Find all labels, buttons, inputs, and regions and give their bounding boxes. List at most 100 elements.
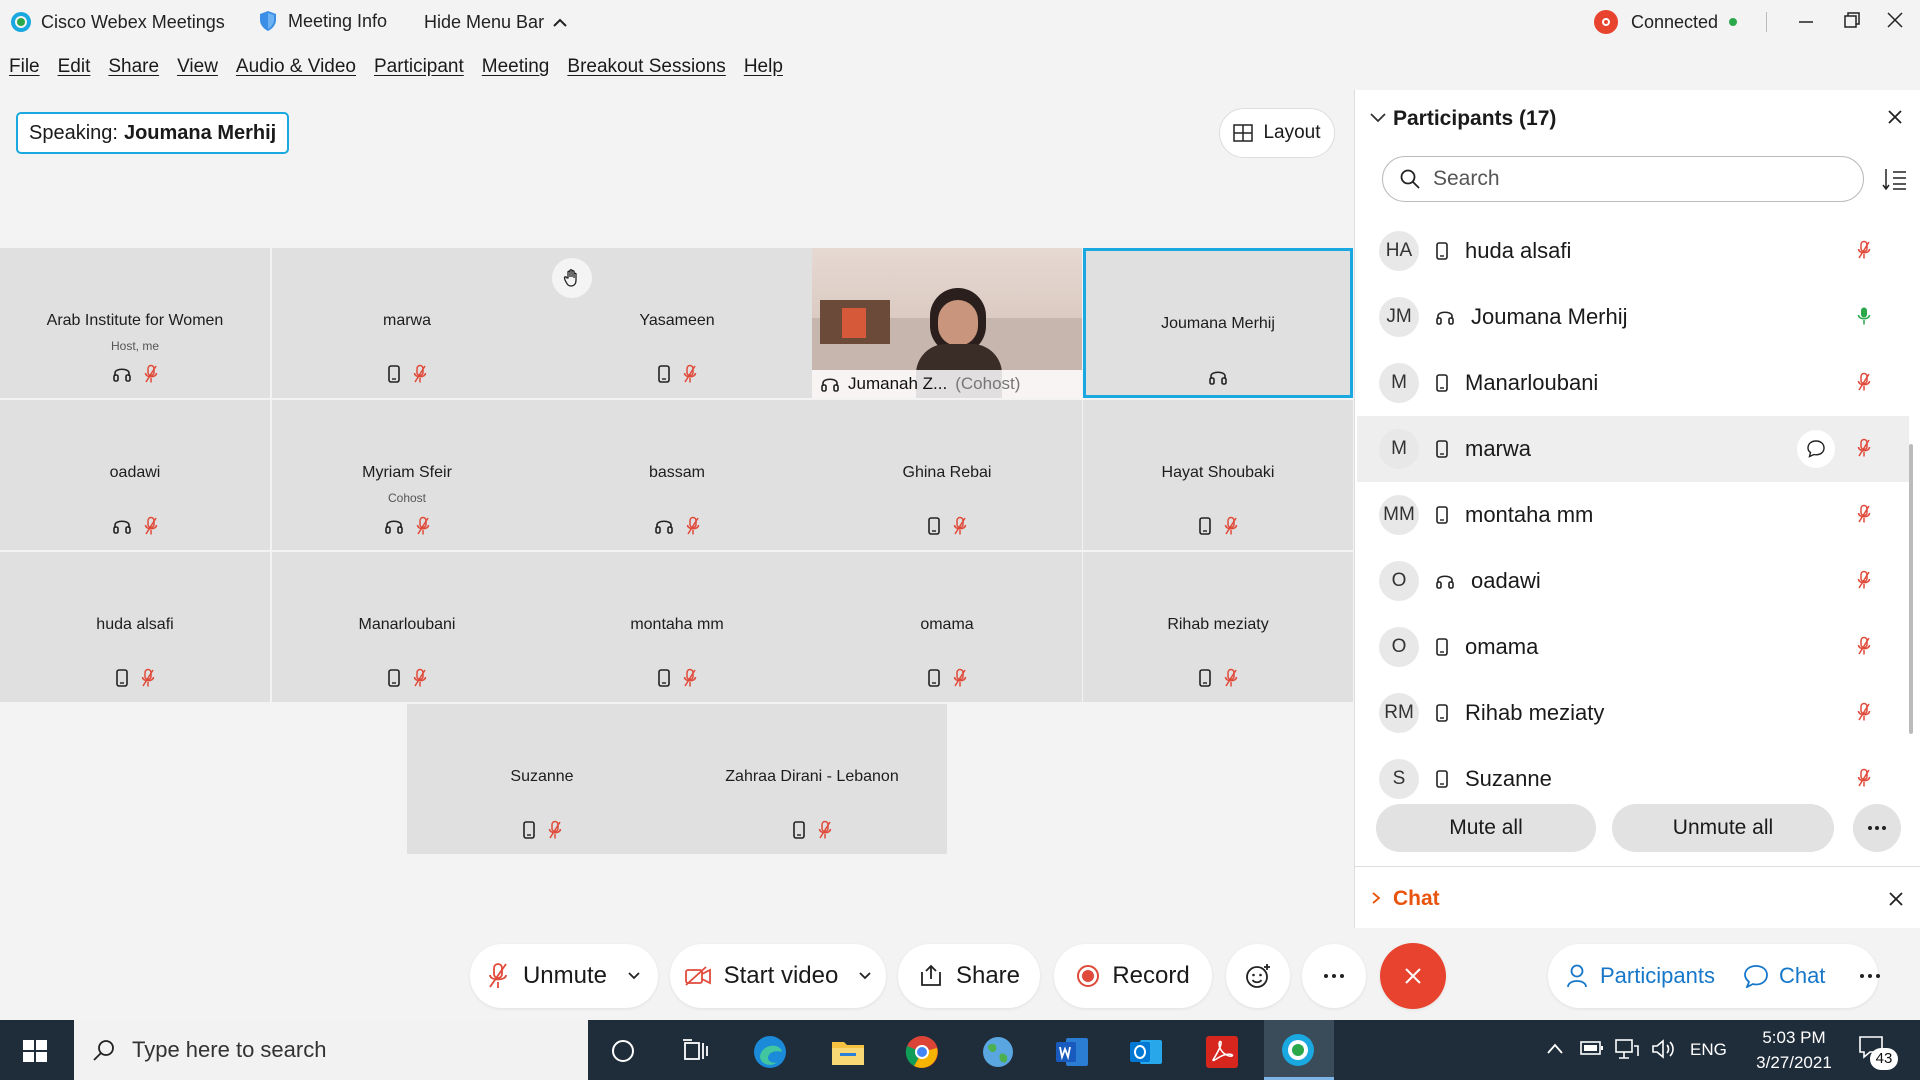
participant-role: Cohost bbox=[387, 491, 427, 505]
video-tile[interactable]: huda alsafi bbox=[0, 552, 270, 702]
participant-list-item[interactable]: JM Joumana Merhij bbox=[1357, 284, 1909, 350]
mic-muted-icon bbox=[953, 668, 967, 688]
participant-list-item[interactable]: RM Rihab meziaty bbox=[1357, 680, 1909, 746]
video-tile[interactable]: Manarloubani bbox=[272, 552, 542, 702]
record-button[interactable]: Record bbox=[1054, 944, 1212, 1008]
word-app-icon[interactable] bbox=[1054, 1034, 1090, 1070]
close-icon[interactable] bbox=[1888, 891, 1904, 907]
cortana-button[interactable] bbox=[610, 1038, 636, 1064]
sort-button[interactable] bbox=[1882, 166, 1908, 192]
restore-button[interactable] bbox=[1842, 10, 1862, 30]
video-tile[interactable]: Suzanne bbox=[407, 704, 677, 854]
more-participant-options-button[interactable] bbox=[1853, 804, 1901, 852]
mic-muted-icon[interactable] bbox=[1857, 702, 1871, 722]
participant-name: huda alsafi bbox=[96, 616, 174, 633]
chat-panel-button[interactable]: Chat bbox=[1743, 963, 1825, 989]
chat-section-header[interactable]: Chat bbox=[1355, 866, 1920, 928]
leave-meeting-button[interactable] bbox=[1380, 943, 1446, 1009]
collapse-participants-button[interactable] bbox=[1369, 112, 1387, 124]
video-tile[interactable]: Joumana Merhij bbox=[1083, 248, 1353, 398]
participant-list-item[interactable]: Ooadawi bbox=[1357, 548, 1909, 614]
battery-icon[interactable] bbox=[1580, 1040, 1604, 1056]
video-tile[interactable]: Jumanah Z... (Cohost) bbox=[812, 248, 1082, 398]
participant-list-item[interactable]: Oomama bbox=[1357, 614, 1909, 680]
close-window-button[interactable] bbox=[1885, 10, 1905, 30]
participants-panel-button[interactable]: Participants bbox=[1566, 963, 1715, 989]
mic-muted-icon[interactable] bbox=[1857, 438, 1871, 458]
device-phone-icon bbox=[657, 364, 671, 384]
mic-muted-icon bbox=[144, 516, 158, 536]
close-participants-button[interactable] bbox=[1886, 108, 1904, 126]
participant-list-scrollbar[interactable] bbox=[1909, 444, 1913, 734]
acrobat-app-icon[interactable] bbox=[1204, 1034, 1240, 1070]
video-tile[interactable]: oadawi bbox=[0, 400, 270, 550]
taskbar-clock[interactable]: 5:03 PM 3/27/2021 bbox=[1752, 1025, 1836, 1075]
chevron-down-icon[interactable] bbox=[627, 971, 641, 981]
menu-share[interactable]: Share bbox=[108, 56, 159, 78]
chrome-app-icon[interactable] bbox=[904, 1034, 940, 1070]
minimize-button[interactable] bbox=[1796, 12, 1816, 32]
menu-edit[interactable]: Edit bbox=[58, 56, 91, 78]
menu-breakout-sessions[interactable]: Breakout Sessions bbox=[567, 56, 725, 78]
input-language[interactable]: ENG bbox=[1690, 1040, 1727, 1060]
video-tile[interactable]: bassam bbox=[542, 400, 812, 550]
video-tile[interactable]: omama bbox=[812, 552, 1082, 702]
avatar: M bbox=[1379, 429, 1419, 469]
mic-muted-icon[interactable] bbox=[1857, 372, 1871, 392]
outlook-app-icon[interactable] bbox=[1128, 1034, 1164, 1070]
menu-file[interactable]: File bbox=[9, 56, 40, 78]
layout-button[interactable]: Layout bbox=[1219, 108, 1335, 158]
menu-meeting[interactable]: Meeting bbox=[482, 56, 550, 78]
more-options-button[interactable] bbox=[1302, 944, 1366, 1008]
show-hidden-icons-button[interactable] bbox=[1546, 1042, 1564, 1056]
participant-list-item[interactable]: Mmarwa bbox=[1357, 416, 1909, 482]
mic-muted-icon[interactable] bbox=[1857, 504, 1871, 524]
globe-app-icon[interactable] bbox=[980, 1034, 1016, 1070]
video-tile[interactable]: Rihab meziaty bbox=[1083, 552, 1353, 702]
mic-muted-icon[interactable] bbox=[1857, 570, 1871, 590]
start-video-button[interactable]: Start video bbox=[670, 944, 886, 1008]
chevron-down-icon[interactable] bbox=[858, 971, 872, 981]
unmute-button[interactable]: Unmute bbox=[470, 944, 658, 1008]
mic-muted-icon[interactable] bbox=[1857, 636, 1871, 656]
file-explorer-icon[interactable] bbox=[830, 1036, 866, 1068]
chat-with-participant-button[interactable] bbox=[1797, 430, 1835, 468]
taskbar-search-box[interactable]: Type here to search bbox=[74, 1020, 588, 1080]
video-tile[interactable]: Hayat Shoubaki bbox=[1083, 400, 1353, 550]
video-tile[interactable]: Yasameen bbox=[542, 248, 812, 398]
video-tile[interactable]: Zahraa Dirani - Lebanon bbox=[677, 704, 947, 854]
video-tile[interactable]: Ghina Rebai bbox=[812, 400, 1082, 550]
mute-all-button[interactable]: Mute all bbox=[1376, 804, 1596, 852]
participant-list-item[interactable]: M Manarloubani bbox=[1357, 350, 1909, 416]
mic-active-icon[interactable] bbox=[1857, 306, 1871, 326]
avatar: RM bbox=[1379, 693, 1419, 733]
participant-search-field[interactable]: Search bbox=[1382, 156, 1864, 202]
menu-help[interactable]: Help bbox=[744, 56, 783, 78]
video-tile[interactable]: Myriam Sfeir Cohost bbox=[272, 400, 542, 550]
mic-muted-icon[interactable] bbox=[1857, 768, 1871, 788]
network-icon[interactable] bbox=[1614, 1038, 1640, 1060]
more-panels-button[interactable] bbox=[1859, 973, 1881, 979]
share-button[interactable]: Share bbox=[898, 944, 1040, 1008]
menu-view[interactable]: View bbox=[177, 56, 218, 78]
video-tile[interactable]: marwa bbox=[272, 248, 542, 398]
menu-bar: File Edit Share View Audio & Video Parti… bbox=[0, 52, 801, 82]
webex-taskbar-button[interactable] bbox=[1264, 1020, 1334, 1080]
volume-icon[interactable] bbox=[1650, 1038, 1676, 1060]
notifications-button[interactable]: 43 bbox=[1858, 1034, 1898, 1070]
menu-audio-video[interactable]: Audio & Video bbox=[236, 56, 356, 78]
video-tile[interactable]: montaha mm bbox=[542, 552, 812, 702]
video-tile[interactable]: Arab Institute for Women Host, me bbox=[0, 248, 270, 398]
mic-muted-icon[interactable] bbox=[1857, 240, 1871, 260]
reactions-button[interactable] bbox=[1226, 944, 1290, 1008]
participant-list-item[interactable]: MM montaha mm bbox=[1357, 482, 1909, 548]
participant-list-item[interactable]: HA huda alsafi bbox=[1357, 218, 1909, 284]
participant-list-item[interactable]: S Suzanne bbox=[1357, 746, 1909, 812]
start-button[interactable] bbox=[22, 1039, 48, 1063]
edge-app-icon[interactable] bbox=[752, 1034, 788, 1070]
menu-participant[interactable]: Participant bbox=[374, 56, 464, 78]
hide-menu-bar-button[interactable]: Hide Menu Bar bbox=[424, 12, 568, 33]
task-view-button[interactable] bbox=[682, 1038, 710, 1064]
unmute-all-button[interactable]: Unmute all bbox=[1612, 804, 1834, 852]
meeting-info-button[interactable]: Meeting Info bbox=[258, 10, 387, 32]
